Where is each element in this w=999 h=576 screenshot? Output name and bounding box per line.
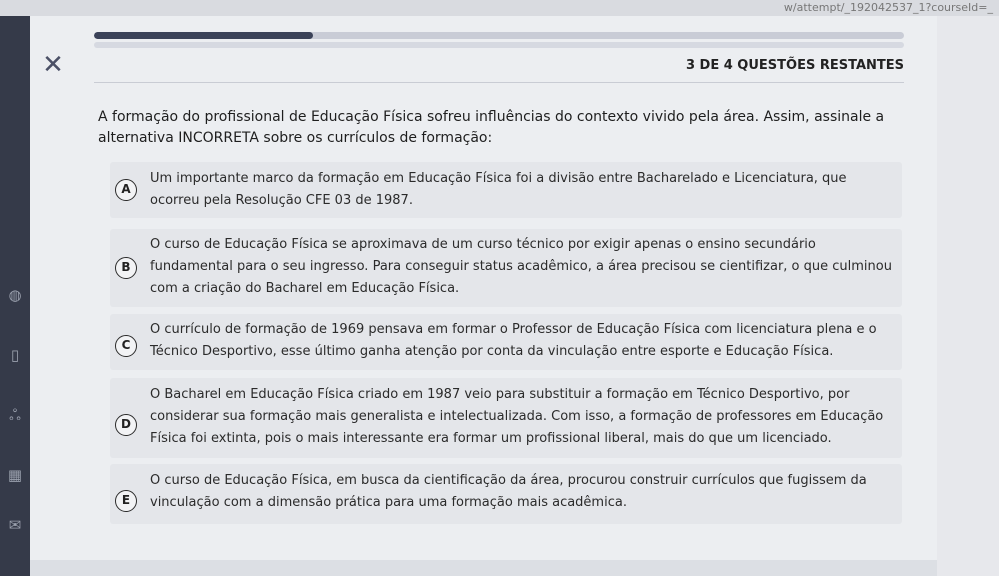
header-divider bbox=[94, 42, 904, 48]
option-letter: D bbox=[115, 414, 137, 436]
progress-fill bbox=[94, 32, 313, 39]
option-text: O curso de Educação Física se aproximava… bbox=[150, 237, 892, 296]
header-rule bbox=[94, 82, 904, 83]
option-a[interactable]: A Um importante marco da formação em Edu… bbox=[110, 162, 902, 218]
globe-icon[interactable]: ◍ bbox=[6, 286, 24, 304]
option-b[interactable]: B O curso de Educação Física se aproxima… bbox=[110, 229, 902, 307]
background-window bbox=[937, 16, 999, 576]
close-icon: ✕ bbox=[42, 50, 64, 80]
mail-icon[interactable]: ✉ bbox=[6, 516, 24, 534]
option-d[interactable]: D O Bacharel em Educação Física criado e… bbox=[110, 378, 902, 458]
browser-url-bar: w/attempt/_192042537_1?courseId=_ bbox=[0, 0, 999, 16]
left-sidebar: ◍ ▯ ஃ ▦ ✉ bbox=[0, 16, 30, 576]
option-letter: A bbox=[115, 179, 137, 201]
option-text: Um importante marco da formação em Educa… bbox=[150, 171, 847, 208]
option-letter: C bbox=[115, 335, 137, 357]
option-text: O currículo de formação de 1969 pensava … bbox=[150, 322, 877, 359]
close-button[interactable]: ✕ bbox=[40, 52, 66, 78]
calendar-icon[interactable]: ▦ bbox=[6, 466, 24, 484]
option-c[interactable]: C O currículo de formação de 1969 pensav… bbox=[110, 314, 902, 370]
progress-bar bbox=[94, 32, 904, 39]
option-letter: E bbox=[115, 490, 137, 512]
phone-icon[interactable]: ▯ bbox=[6, 346, 24, 364]
option-text: O Bacharel em Educação Física criado em … bbox=[150, 387, 884, 446]
option-text: O curso de Educação Física, em busca da … bbox=[150, 473, 867, 510]
question-prompt: A formação do profissional de Educação F… bbox=[98, 109, 885, 146]
people-icon[interactable]: ஃ bbox=[6, 406, 24, 424]
option-e[interactable]: E O curso de Educação Física, em busca d… bbox=[110, 464, 902, 524]
questions-remaining: 3 DE 4 QUESTÕES RESTANTES bbox=[685, 58, 904, 73]
bottom-bar bbox=[30, 560, 937, 576]
option-letter: B bbox=[115, 257, 137, 279]
